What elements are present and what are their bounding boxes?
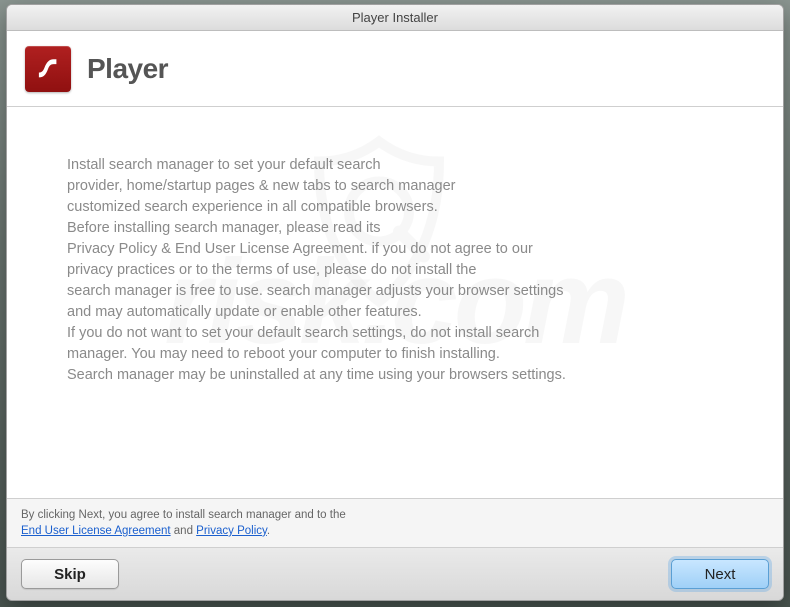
body-line: Search manager may be uninstalled at any… xyxy=(67,365,723,386)
body-line: If you do not want to set your default s… xyxy=(67,323,723,344)
body-line: manager. You may need to reboot your com… xyxy=(67,344,723,365)
app-title: Player xyxy=(87,53,168,85)
eula-link[interactable]: End User License Agreement xyxy=(21,525,171,537)
next-button[interactable]: Next xyxy=(671,559,769,589)
privacy-link[interactable]: Privacy Policy xyxy=(196,525,267,537)
body-line: customized search experience in all comp… xyxy=(67,197,723,218)
body-line: Privacy Policy & End User License Agreem… xyxy=(67,239,723,260)
header: Player xyxy=(7,31,783,107)
eula-and: and xyxy=(171,525,197,537)
body-line: and may automatically update or enable o… xyxy=(67,302,723,323)
flash-logo-icon xyxy=(25,46,71,92)
eula-bar: By clicking Next, you agree to install s… xyxy=(7,498,783,548)
content-area: risk.com Install search manager to set y… xyxy=(7,107,783,498)
body-text: Install search manager to set your defau… xyxy=(67,155,723,386)
eula-prefix: By clicking Next, you agree to install s… xyxy=(21,509,346,521)
button-bar: Skip Next xyxy=(7,548,783,600)
installer-window: Player Installer Player risk.com Install… xyxy=(6,4,784,601)
body-line: search manager is free to use. search ma… xyxy=(67,281,723,302)
body-line: provider, home/startup pages & new tabs … xyxy=(67,176,723,197)
body-line: Install search manager to set your defau… xyxy=(67,155,723,176)
eula-suffix: . xyxy=(267,525,270,537)
window-title: Player Installer xyxy=(352,10,438,25)
body-line: privacy practices or to the terms of use… xyxy=(67,260,723,281)
window-titlebar: Player Installer xyxy=(7,5,783,31)
skip-button[interactable]: Skip xyxy=(21,559,119,589)
body-line: Before installing search manager, please… xyxy=(67,218,723,239)
